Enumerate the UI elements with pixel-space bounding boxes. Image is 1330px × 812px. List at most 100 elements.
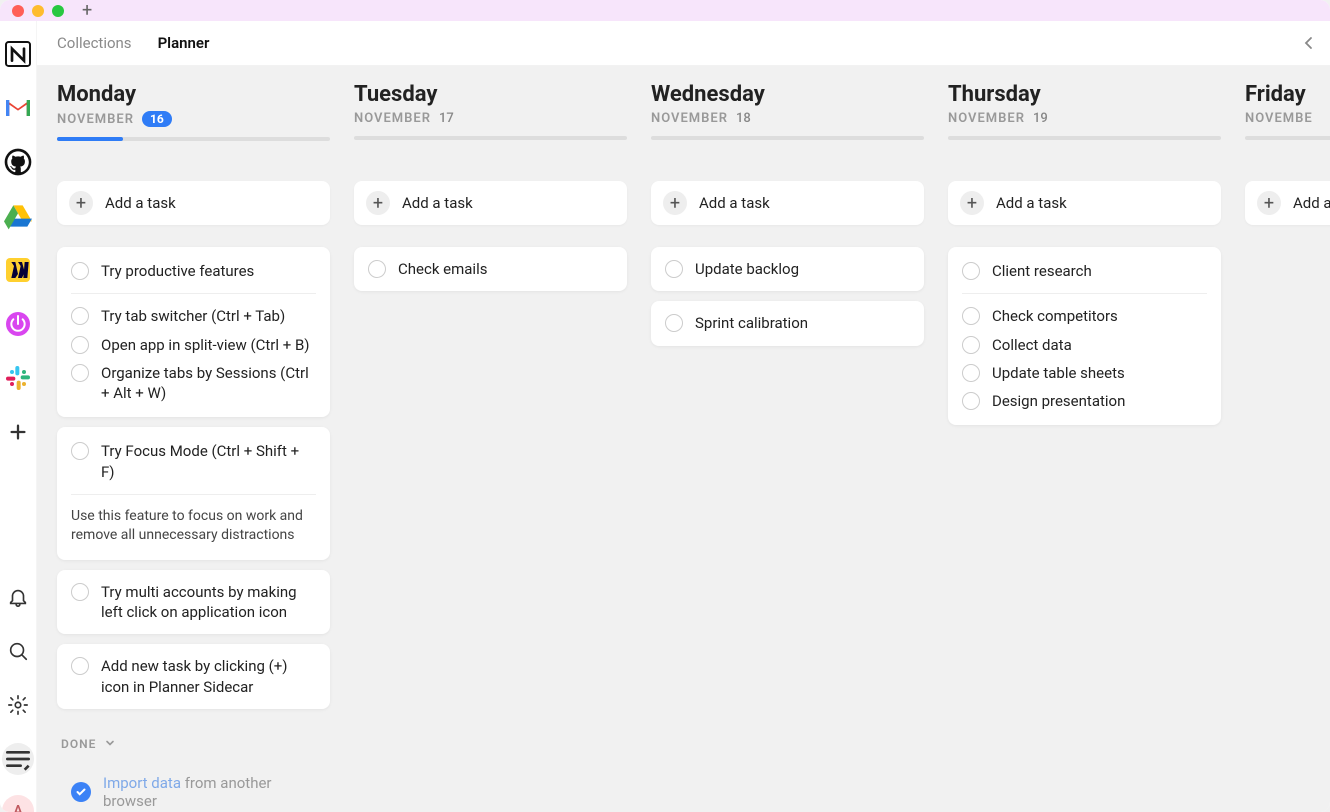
plus-icon: + (1257, 191, 1281, 215)
day-progress (651, 136, 924, 140)
task-card[interactable]: Add new task by clicking (+) icon in Pla… (57, 644, 330, 709)
task-checkbox[interactable] (71, 262, 89, 280)
task-card[interactable]: Client research Check competitors Collect … (948, 247, 1221, 425)
add-task-label: Add a task (105, 194, 176, 212)
task-checkbox[interactable] (71, 657, 89, 675)
subtask-checkbox[interactable] (71, 364, 89, 382)
day-name: Wednesday (651, 82, 924, 107)
subtask-title: Collect data (992, 335, 1072, 355)
task-title: Client research (992, 261, 1092, 281)
subtask-checkbox[interactable] (962, 364, 980, 382)
window-controls (12, 5, 64, 17)
day-progress (948, 136, 1221, 140)
prev-icon[interactable] (1304, 36, 1314, 50)
sidebar-add-app[interactable] (0, 414, 36, 450)
subtask-checkbox[interactable] (962, 336, 980, 354)
plus-icon: + (366, 191, 390, 215)
subtask-title: Design presentation (992, 391, 1125, 411)
gmail-icon[interactable] (0, 90, 36, 126)
menu-icon[interactable] (0, 741, 36, 777)
task-card[interactable]: Sprint calibration (651, 301, 924, 345)
subtask-checkbox[interactable] (71, 336, 89, 354)
day-name: Tuesday (354, 82, 627, 107)
day-name: Friday (1245, 82, 1330, 107)
subtask-title: Organize tabs by Sessions (Ctrl + Alt + … (101, 363, 316, 404)
task-checkbox[interactable] (665, 314, 683, 332)
task-card[interactable]: Try productive features Try tab switcher … (57, 247, 330, 417)
header: Collections Planner TODAY (37, 21, 1330, 66)
day-subtitle: NOVEMBER17 (354, 111, 627, 126)
subtask-title: Update table sheets (992, 363, 1125, 383)
day-name: Monday (57, 82, 330, 107)
board: Monday NOVEMBER16 Tuesday NOVEMBER17 Wednesd… (37, 66, 1330, 812)
add-task-label: Add a task (1293, 194, 1330, 212)
add-task-button[interactable]: + Add a task (948, 181, 1221, 225)
done-task[interactable]: Import data from another browser (57, 762, 330, 812)
miro-icon[interactable] (0, 252, 36, 288)
subtask-checkbox[interactable] (962, 392, 980, 410)
task-title: Try Focus Mode (Ctrl + Shift + F) (101, 441, 316, 482)
add-task-label: Add a task (699, 194, 770, 212)
day-progress (354, 136, 627, 140)
task-checkbox[interactable] (71, 442, 89, 460)
task-description: Use this feature to focus on work and re… (71, 507, 316, 546)
notion-icon[interactable] (0, 36, 36, 72)
checkmark-icon[interactable] (71, 782, 91, 802)
day-subtitle: NOVEMBER19 (948, 111, 1221, 126)
done-section-toggle[interactable]: DONE (57, 737, 330, 752)
chevron-down-icon (104, 737, 116, 752)
close-window[interactable] (12, 5, 24, 17)
titlebar-add-tab[interactable]: + (82, 0, 92, 21)
task-checkbox[interactable] (962, 262, 980, 280)
add-task-button[interactable]: + Add a task (354, 181, 627, 225)
task-title: Try multi accounts by making left click … (101, 582, 316, 623)
add-task-label: Add a task (402, 194, 473, 212)
task-title: Update backlog (695, 259, 799, 279)
slack-icon[interactable] (0, 360, 36, 396)
plus-icon: + (69, 191, 93, 215)
day-progress (1245, 136, 1330, 140)
task-title: Sprint calibration (695, 313, 808, 333)
github-icon[interactable] (0, 144, 36, 180)
day-progress (57, 137, 330, 141)
notifications-icon[interactable] (0, 579, 36, 615)
plus-icon: + (960, 191, 984, 215)
maximize-window[interactable] (52, 5, 64, 17)
add-task-label: Add a task (996, 194, 1067, 212)
tab-collections[interactable]: Collections (57, 34, 132, 52)
settings-icon[interactable] (0, 687, 36, 723)
task-checkbox[interactable] (665, 260, 683, 278)
task-checkbox[interactable] (368, 260, 386, 278)
minimize-window[interactable] (32, 5, 44, 17)
titlebar: + (0, 0, 1330, 21)
day-subtitle: NOVEMBER18 (651, 111, 924, 126)
subtask-title: Try tab switcher (Ctrl + Tab) (101, 306, 285, 326)
task-checkbox[interactable] (71, 583, 89, 601)
google-drive-icon[interactable] (0, 198, 36, 234)
subtask-checkbox[interactable] (71, 307, 89, 325)
task-card[interactable]: Try multi accounts by making left click … (57, 570, 330, 635)
power-icon[interactable] (0, 306, 36, 342)
tab-planner[interactable]: Planner (158, 34, 210, 52)
subtask-title: Open app in split-view (Ctrl + B) (101, 335, 310, 355)
task-card[interactable]: Update backlog (651, 247, 924, 291)
add-task-button[interactable]: + Add a task (651, 181, 924, 225)
today-badge: 16 (142, 111, 172, 127)
subtask-title: Check competitors (992, 306, 1118, 326)
task-title: Add new task by clicking (+) icon in Pla… (101, 656, 316, 697)
task-title: Check emails (398, 259, 487, 279)
avatar[interactable]: A (2, 795, 34, 812)
add-task-button[interactable]: + Add a task (1245, 181, 1330, 225)
day-subtitle: NOVEMBER16 (57, 111, 330, 127)
day-subtitle: NOVEMBE (1245, 111, 1330, 126)
task-card[interactable]: Check emails (354, 247, 627, 291)
task-title: Try productive features (101, 261, 254, 281)
task-card[interactable]: Try Focus Mode (Ctrl + Shift + F) Use thi… (57, 427, 330, 560)
search-icon[interactable] (0, 633, 36, 669)
add-task-button[interactable]: + Add a task (57, 181, 330, 225)
done-task-title: Import data from another browser (103, 774, 316, 810)
plus-icon: + (663, 191, 687, 215)
day-name: Thursday (948, 82, 1221, 107)
subtask-checkbox[interactable] (962, 307, 980, 325)
app-sidebar: A (0, 21, 37, 812)
